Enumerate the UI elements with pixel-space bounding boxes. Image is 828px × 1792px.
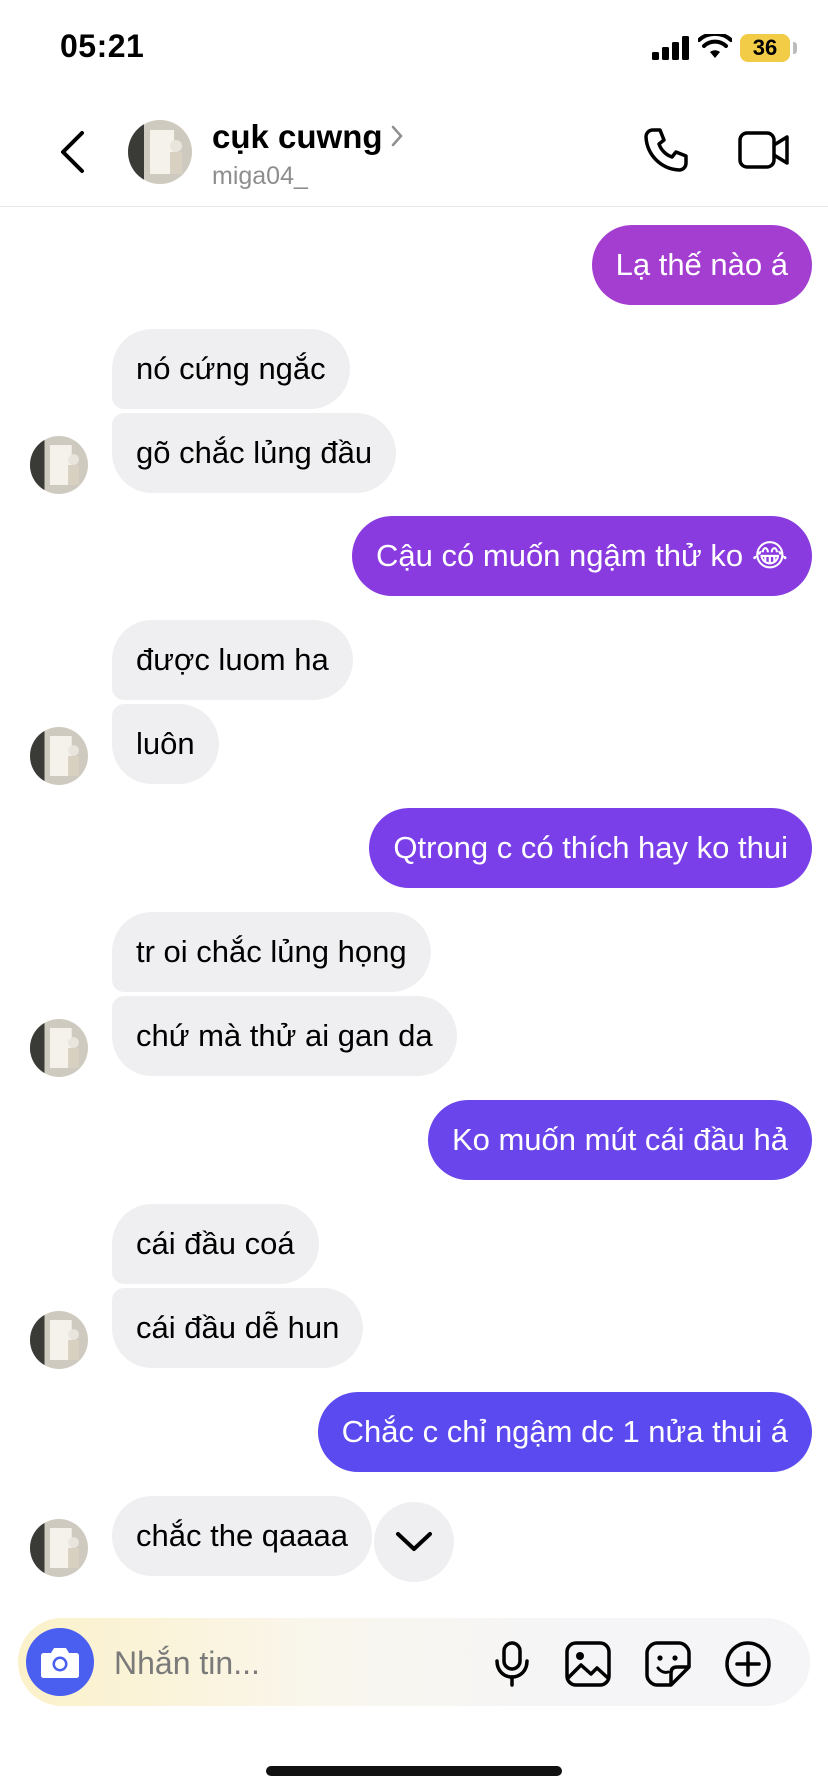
message-incoming[interactable]: chắc the qaaaa xyxy=(112,1496,373,1576)
chevron-down-icon xyxy=(396,1532,432,1551)
contact-avatar[interactable] xyxy=(128,120,192,184)
image-icon xyxy=(565,1641,611,1687)
chevron-right-icon[interactable] xyxy=(390,124,404,148)
gallery-button[interactable] xyxy=(564,1640,612,1688)
message-incoming[interactable]: được luom ha xyxy=(112,620,353,700)
sender-avatar[interactable] xyxy=(30,727,88,785)
scroll-to-bottom-button[interactable] xyxy=(374,1502,454,1582)
more-button[interactable] xyxy=(724,1640,772,1688)
message-incoming[interactable]: nó cứng ngắc xyxy=(112,329,350,409)
microphone-icon xyxy=(495,1641,529,1687)
message-incoming[interactable]: tr oi chắc lủng họng xyxy=(112,912,431,992)
message-incoming[interactable]: cái đầu dễ hun xyxy=(112,1288,364,1368)
message-outgoing[interactable]: Cậu có muốn ngậm thử ko 😂 xyxy=(352,516,812,596)
phone-icon[interactable] xyxy=(642,126,690,174)
sender-avatar[interactable] xyxy=(30,1019,88,1077)
message-incoming[interactable]: luôn xyxy=(112,704,219,784)
microphone-button[interactable] xyxy=(488,1640,536,1688)
video-camera-icon[interactable] xyxy=(738,130,790,170)
chevron-left-icon[interactable] xyxy=(58,130,86,174)
cellular-signal-icon xyxy=(652,36,689,60)
message-incoming[interactable]: gõ chắc lủng đầu xyxy=(112,413,397,493)
message-outgoing[interactable]: Ko muốn mút cái đầu hả xyxy=(427,1100,812,1180)
header-divider xyxy=(0,206,828,207)
sender-avatar[interactable] xyxy=(30,1519,88,1577)
contact-name[interactable]: cụk cuwng xyxy=(212,118,383,156)
message-input[interactable] xyxy=(112,1636,476,1690)
camera-icon xyxy=(41,1648,79,1678)
message-outgoing[interactable]: Qtrong c có thích hay ko thui xyxy=(369,808,812,888)
wifi-icon xyxy=(698,34,732,58)
sticker-icon xyxy=(645,1641,691,1687)
contact-username: miga04_ xyxy=(212,162,308,190)
home-indicator xyxy=(266,1766,562,1776)
sender-avatar[interactable] xyxy=(30,436,88,494)
message-outgoing[interactable]: Lạ thế nào á xyxy=(591,225,812,305)
status-time: 05:21 xyxy=(60,28,145,64)
message-incoming[interactable]: chứ mà thử ai gan da xyxy=(112,996,457,1076)
sender-avatar[interactable] xyxy=(30,1311,88,1369)
battery-cap xyxy=(793,42,797,54)
camera-button[interactable] xyxy=(26,1628,94,1696)
message-outgoing[interactable]: Chắc c chỉ ngậm dc 1 nửa thui á xyxy=(317,1392,812,1472)
plus-circle-icon xyxy=(725,1641,771,1687)
sticker-button[interactable] xyxy=(644,1640,692,1688)
message-incoming[interactable]: cái đầu coá xyxy=(112,1204,319,1284)
battery-indicator: 36 xyxy=(740,34,790,62)
